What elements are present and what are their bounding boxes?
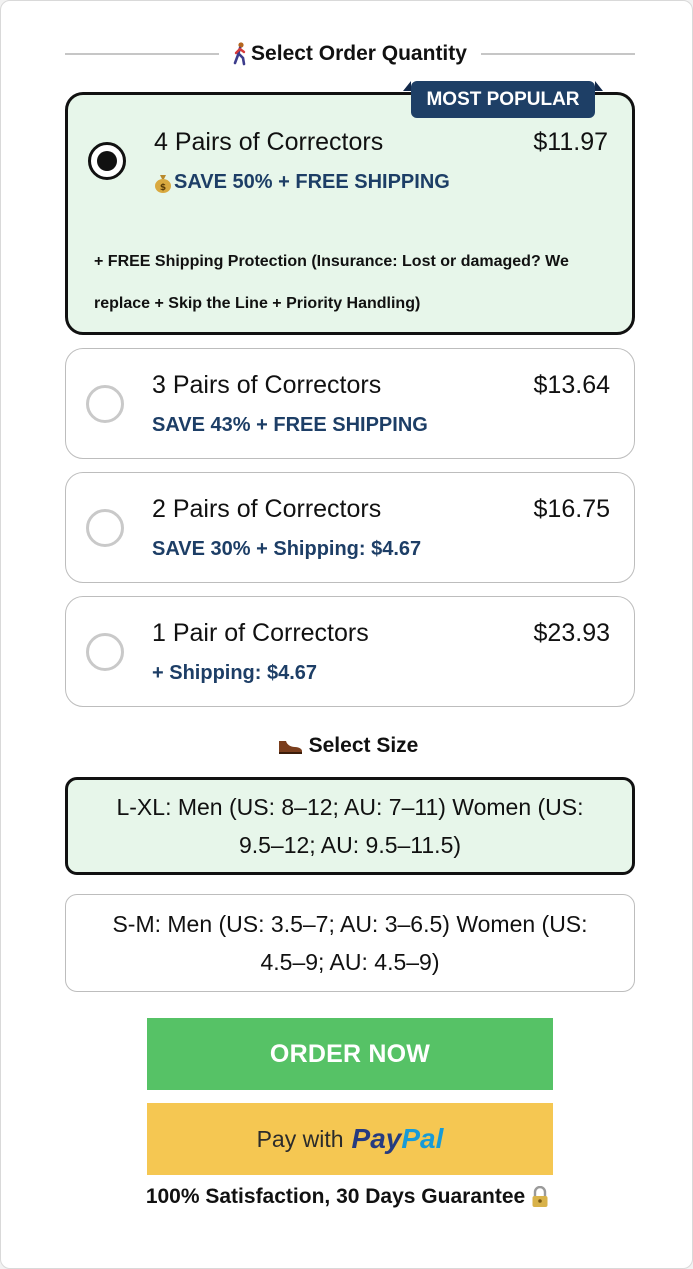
option-title: 3 Pairs of Correctors [152, 371, 382, 399]
quantity-heading-label: Select Order Quantity [251, 42, 467, 65]
radio-button[interactable] [86, 633, 124, 671]
shoe-icon [277, 737, 303, 755]
divider-right [480, 53, 635, 55]
guarantee-line: 100% Satisfaction, 30 Days Guarantee [1, 1185, 693, 1209]
option-title: 1 Pair of Correctors [152, 619, 369, 647]
shipping-protection-text: + FREE Shipping Protection (Insurance: L… [94, 241, 614, 325]
order-form-card: Select Order Quantity 4 Pairs of Correct… [0, 0, 693, 1269]
radio-button[interactable] [86, 509, 124, 547]
order-now-button[interactable]: ORDER NOW [147, 1018, 553, 1090]
option-price: $23.93 [533, 619, 610, 647]
person-walking-icon [233, 42, 247, 66]
radio-button-checked[interactable] [88, 142, 126, 180]
paypal-button[interactable]: Pay with PayPal [147, 1103, 553, 1175]
option-price: $16.75 [533, 495, 610, 523]
quantity-heading-row: Select Order Quantity [65, 39, 635, 69]
quantity-option-3-pairs[interactable]: 3 Pairs of Correctors $13.64 SAVE 43% + … [65, 348, 635, 459]
size-heading: Select Size [1, 734, 693, 758]
paypal-logo-pay: Pay [351, 1123, 402, 1154]
option-title: 4 Pairs of Correctors [154, 128, 384, 156]
option-price: $11.97 [533, 128, 608, 156]
paypal-prefix: Pay with [256, 1125, 344, 1152]
option-subtitle: + Shipping: $4.67 [152, 662, 318, 684]
quantity-option-1-pair[interactable]: 1 Pair of Correctors $23.93 + Shipping: … [65, 596, 635, 707]
option-subtitle: $ SAVE 50% + FREE SHIPPING [154, 171, 450, 194]
quantity-option-2-pairs[interactable]: 2 Pairs of Correctors $16.75 SAVE 30% + … [65, 472, 635, 583]
svg-text:$: $ [160, 183, 166, 193]
money-bag-icon: $ [154, 173, 172, 193]
paypal-logo-pal: Pal [401, 1123, 444, 1154]
option-subtitle-text: SAVE 50% + FREE SHIPPING [174, 171, 450, 193]
guarantee-text: 100% Satisfaction, 30 Days Guarantee [145, 1185, 526, 1208]
divider-left [65, 53, 220, 55]
shipping-protection-line-1: + FREE Shipping Protection (Insurance: L… [94, 253, 569, 270]
option-title: 2 Pairs of Correctors [152, 495, 382, 523]
size-option-s-m[interactable]: S-M: Men (US: 3.5–7; AU: 3–6.5) Women (U… [65, 894, 635, 992]
most-popular-badge: MOST POPULAR [403, 81, 603, 118]
radio-button[interactable] [86, 385, 124, 423]
option-price: $13.64 [533, 371, 610, 399]
size-option-l-xl[interactable]: L-XL: Men (US: 8–12; AU: 7–11) Women (US… [65, 777, 635, 875]
shipping-protection-line-2: replace + Skip the Line + Priority Handl… [94, 295, 421, 312]
paypal-logo: PayPal [352, 1123, 444, 1155]
quantity-heading: Select Order Quantity [219, 42, 481, 66]
quantity-option-4-pairs[interactable]: 4 Pairs of Correctors $11.97 $ SAVE 50% … [65, 92, 635, 335]
lock-icon [531, 1185, 549, 1208]
option-subtitle: SAVE 43% + FREE SHIPPING [152, 414, 428, 436]
option-subtitle: SAVE 30% + Shipping: $4.67 [152, 538, 422, 560]
size-heading-label: Select Size [308, 734, 419, 757]
